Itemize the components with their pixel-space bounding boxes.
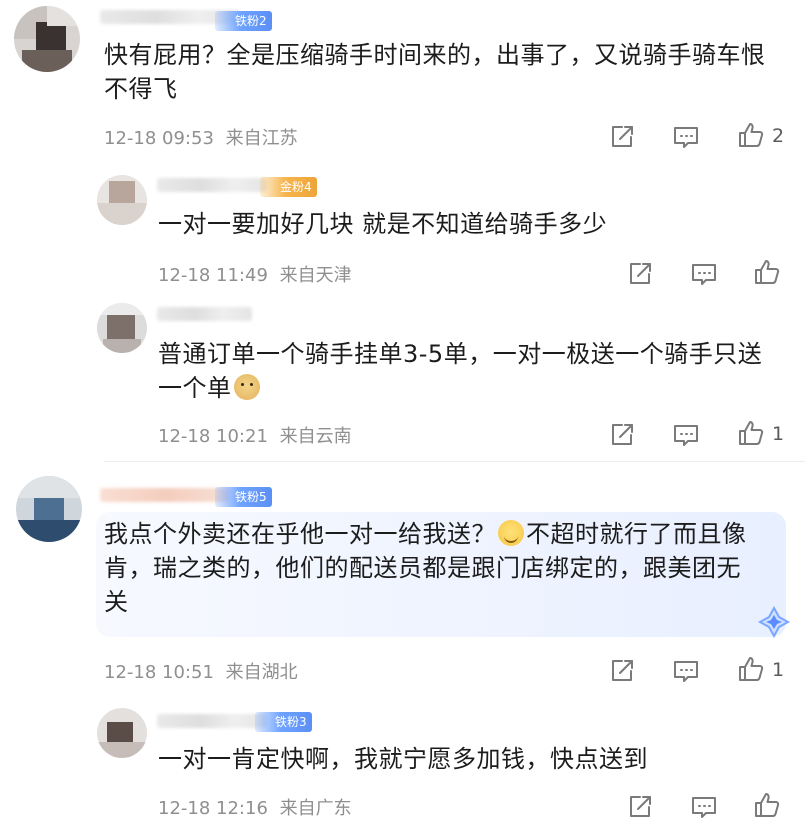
- like-count: 1: [772, 659, 785, 681]
- comment-1: 铁粉2 快有屁用？全是压缩骑手时间来的，出事了，又说骑手骑车恨不得飞 12-18…: [0, 0, 805, 165]
- username[interactable]: [157, 714, 267, 728]
- ai-sparkle-icon[interactable]: [757, 605, 791, 639]
- timestamp: 12-18 09:53: [104, 128, 214, 149]
- username[interactable]: [157, 307, 252, 321]
- avatar[interactable]: [97, 708, 147, 758]
- location: 来自广东: [279, 798, 352, 819]
- reply-1: 金粉4 一对一要加好几块 就是不知道给骑手多少 12-18 11:49 来自天津: [0, 165, 805, 295]
- reply-3: 铁粉3 一对一肯定快啊，我就宁愿多加钱，快点送到 12-18 12:16 来自广…: [0, 702, 805, 828]
- location: 来自江苏: [225, 128, 298, 149]
- share-icon[interactable]: [626, 260, 654, 288]
- avatar[interactable]: [97, 175, 147, 225]
- location: 来自湖北: [225, 662, 298, 683]
- timestamp: 12-18 10:21: [158, 426, 268, 447]
- comment-text: 一对一要加好几块 就是不知道给骑手多少: [158, 210, 608, 238]
- avatar[interactable]: [16, 476, 82, 542]
- comment-icon[interactable]: [672, 123, 700, 151]
- comment-meta: 12-18 10:21 来自云南: [158, 422, 352, 448]
- thumbs-up-icon[interactable]: [737, 121, 765, 149]
- share-icon[interactable]: [626, 793, 654, 821]
- username[interactable]: [157, 178, 267, 192]
- fan-badge: 铁粉3: [255, 712, 312, 732]
- thumbs-up-icon[interactable]: [737, 655, 765, 683]
- share-icon[interactable]: [608, 421, 636, 449]
- comment-icon[interactable]: [690, 260, 718, 288]
- avatar[interactable]: [97, 303, 147, 353]
- comment-icon[interactable]: [672, 657, 700, 685]
- fan-badge: 铁粉5: [215, 487, 272, 507]
- comment-text: 我点个外卖还在乎他一对一给我送？ 不超时就行了而且像肯，瑞之类的，他们的配送员都是…: [104, 520, 747, 616]
- comment-meta: 12-18 09:53 来自江苏: [104, 124, 298, 150]
- timestamp: 12-18 10:51: [104, 662, 214, 683]
- location: 来自云南: [279, 426, 352, 447]
- comment-icon[interactable]: [672, 421, 700, 449]
- smile-emoji-icon: [498, 520, 524, 546]
- comment-meta: 12-18 12:16 来自广东: [158, 794, 352, 820]
- share-icon[interactable]: [608, 657, 636, 685]
- doge-emoji-icon: [233, 374, 260, 400]
- fan-badge: 金粉4: [260, 177, 317, 197]
- share-icon[interactable]: [608, 123, 636, 151]
- timestamp: 12-18 12:16: [158, 798, 268, 819]
- comment-icon[interactable]: [690, 793, 718, 821]
- comment-text: 普通订单一个骑手挂单3-5单，一对一极送一个骑手只送一个单: [158, 340, 763, 402]
- like-count: 2: [772, 125, 785, 147]
- comment-meta: 12-18 10:51 来自湖北: [104, 658, 298, 684]
- thumbs-up-icon[interactable]: [737, 419, 765, 447]
- comment-meta: 12-18 11:49 来自天津: [158, 261, 352, 287]
- thumbs-up-icon[interactable]: [753, 258, 781, 286]
- comment-2: 铁粉5 我点个外卖还在乎他一对一给我送？ 不超时就行了而且像肯，瑞之类的，他们的配…: [0, 462, 805, 702]
- reply-2: 普通订单一个骑手挂单3-5单，一对一极送一个骑手只送一个单 12-18 10:2…: [0, 295, 805, 460]
- timestamp: 12-18 11:49: [158, 265, 268, 286]
- avatar[interactable]: [14, 6, 80, 72]
- comment-text: 一对一肯定快啊，我就宁愿多加钱，快点送到: [158, 745, 648, 773]
- location: 来自天津: [279, 265, 352, 286]
- comment-text: 快有屁用？全是压缩骑手时间来的，出事了，又说骑手骑车恨不得飞: [104, 41, 766, 103]
- username[interactable]: [100, 488, 230, 502]
- fan-badge: 铁粉2: [215, 11, 272, 31]
- like-count: 1: [772, 423, 785, 445]
- thumbs-up-icon[interactable]: [753, 791, 781, 819]
